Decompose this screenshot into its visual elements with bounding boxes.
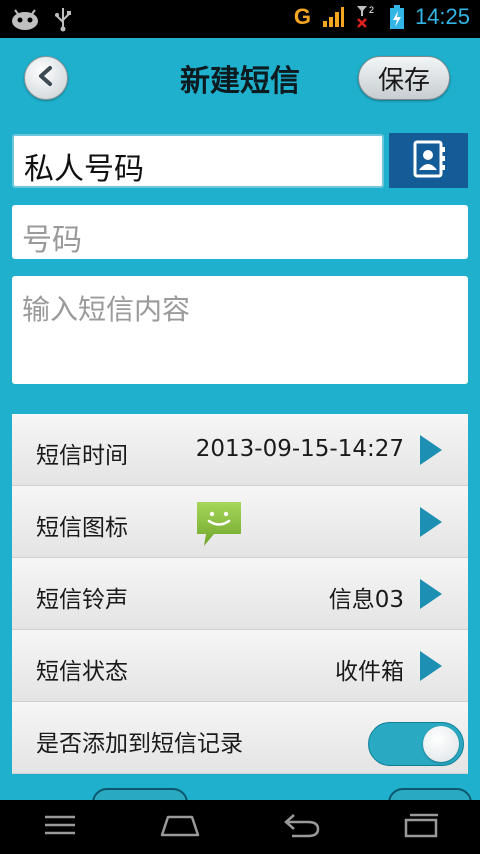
toggle-knob (423, 726, 459, 762)
menu-button[interactable] (30, 812, 90, 842)
navigation-bar (0, 800, 480, 854)
message-content-input[interactable]: 输入短信内容 (12, 276, 468, 384)
clock: 14:25 (414, 4, 470, 29)
menu-icon (43, 814, 77, 840)
recent-apps-icon (398, 812, 442, 842)
back-nav-button[interactable] (270, 812, 330, 842)
arrow-right-icon (420, 579, 442, 609)
status-value: 收件箱 (335, 659, 404, 685)
usb-icon (54, 6, 72, 32)
header: 新建短信 保存 (0, 38, 480, 120)
home-button[interactable] (150, 812, 210, 842)
signal-icon (321, 5, 345, 29)
settings-row-time[interactable]: 短信时间 2013-09-15-14:27 (12, 414, 468, 486)
battery-charging-icon (389, 4, 405, 30)
settings-row-ringtone[interactable]: 短信铃声 信息03 (12, 558, 468, 630)
arrow-right-icon (420, 651, 442, 681)
contact-picker-button[interactable] (389, 133, 468, 188)
android-debug-icon (10, 8, 40, 30)
settings-row-status[interactable]: 短信状态 收件箱 (12, 630, 468, 702)
time-label: 短信时间 (36, 443, 128, 469)
sim-no-signal-icon: 2 (355, 4, 379, 30)
contact-book-icon (411, 140, 447, 182)
arrow-right-icon (420, 435, 442, 465)
settings-list: 短信时间 2013-09-15-14:27 短信图标 短信铃声 信息03 短信状… (12, 414, 468, 800)
time-value: 2013-09-15-14:27 (195, 436, 404, 462)
back-arrow-icon (278, 812, 322, 842)
home-icon (158, 813, 202, 841)
settings-row-add-record: 是否添加到短信记录 (12, 702, 468, 774)
icon-label: 短信图标 (36, 515, 128, 541)
add-record-toggle[interactable] (368, 722, 464, 766)
add-record-label: 是否添加到短信记录 (36, 731, 243, 757)
phone-number-input[interactable]: 号码 (12, 205, 468, 259)
network-type-label: G (293, 4, 311, 29)
ringtone-label: 短信铃声 (36, 587, 128, 613)
message-bubble-icon (194, 500, 244, 552)
status-bar: G 2 14:25 (0, 0, 480, 38)
ringtone-value: 信息03 (328, 587, 404, 613)
status-label: 短信状态 (36, 659, 128, 685)
settings-row-icon[interactable]: 短信图标 (12, 486, 468, 558)
svg-text:2: 2 (369, 5, 374, 15)
recipient-name-input[interactable]: 私人号码 (12, 134, 384, 188)
arrow-right-icon (420, 507, 442, 537)
save-button[interactable]: 保存 (358, 56, 450, 100)
recent-apps-button[interactable] (390, 812, 450, 842)
